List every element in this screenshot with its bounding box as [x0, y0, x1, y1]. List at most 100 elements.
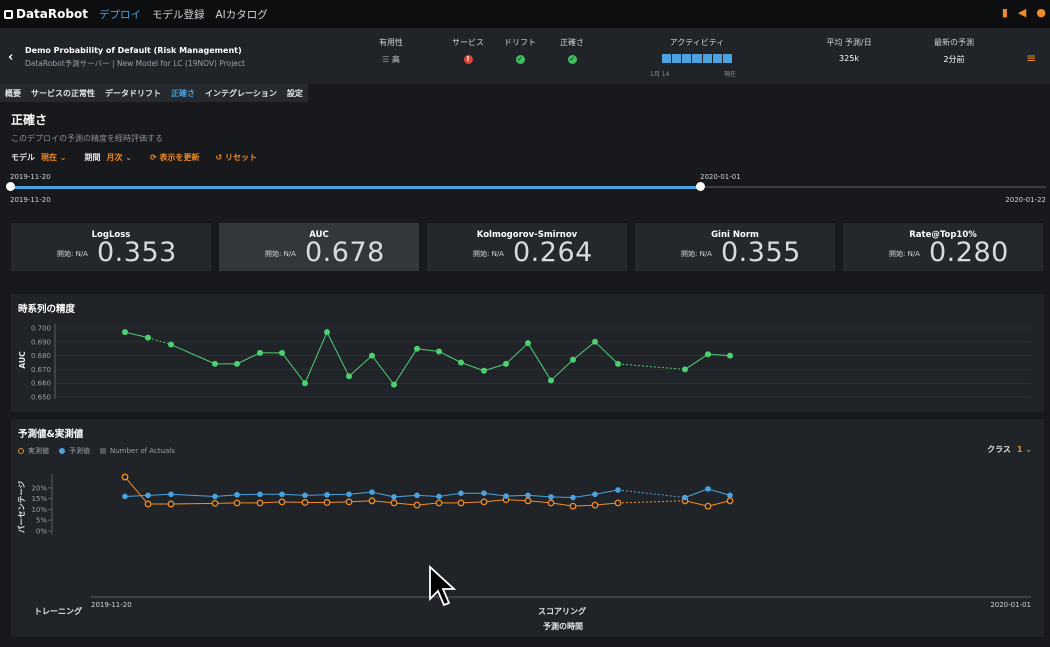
auc-point[interactable] — [727, 352, 733, 359]
auc-point[interactable] — [592, 338, 598, 345]
actual-point[interactable] — [256, 499, 264, 507]
actual-point[interactable] — [368, 497, 376, 505]
nav-item-1[interactable]: モデル登録 — [152, 9, 205, 21]
predicted-point[interactable] — [391, 494, 397, 500]
metric-tile[interactable]: Rate@Top10% 開始: N/A 0.280 — [843, 223, 1043, 271]
auc-point[interactable] — [436, 348, 442, 355]
auc-point[interactable] — [122, 329, 128, 336]
tab-1[interactable]: サービスの正常性 — [26, 84, 100, 102]
actual-point[interactable] — [614, 499, 622, 507]
actual-point[interactable] — [167, 500, 175, 508]
actual-point[interactable] — [301, 499, 309, 506]
predicted-point[interactable] — [212, 493, 218, 500]
actual-point[interactable] — [457, 499, 465, 507]
service-stat[interactable]: サービス ! — [451, 37, 485, 64]
predicted-point[interactable] — [727, 492, 733, 499]
user-icon[interactable]: ● — [1036, 6, 1046, 19]
predicted-point[interactable] — [145, 492, 151, 499]
actual-point[interactable] — [413, 501, 421, 509]
auc-point[interactable] — [324, 329, 330, 336]
tab-5[interactable]: 設定 — [281, 84, 308, 102]
slider-handle-start[interactable] — [6, 182, 15, 191]
predicted-point[interactable] — [257, 491, 263, 498]
auc-point[interactable] — [346, 373, 352, 380]
predicted-point[interactable] — [592, 491, 598, 498]
auc-point[interactable] — [279, 349, 285, 356]
auc-line-chart[interactable]: 0.700 0.690 0.680 0.670 0.660 0.650 AUC — [11, 294, 1044, 412]
predicted-point[interactable] — [279, 491, 285, 498]
metric-tile[interactable]: LogLoss 開始: N/A 0.353 — [11, 223, 211, 271]
reset-button[interactable]: ↺ リセット — [216, 152, 258, 163]
auc-point[interactable] — [234, 360, 240, 367]
actual-point[interactable] — [390, 499, 398, 507]
auc-point[interactable] — [212, 360, 218, 367]
auc-point[interactable] — [168, 341, 174, 348]
metric-tile[interactable]: Kolmogorov-Smirnov 開始: N/A 0.264 — [427, 223, 627, 271]
auc-point[interactable] — [145, 334, 151, 341]
datarobot-logo[interactable]: DataRobot — [4, 7, 88, 21]
auc-point[interactable] — [257, 349, 263, 356]
time-range-slider[interactable]: 2019-11-20 2020-01-01 2019-11-20 2020-01… — [6, 170, 1046, 210]
tab-2[interactable]: データドリフト — [100, 84, 166, 102]
tab-4[interactable]: インテグレーション — [200, 84, 282, 102]
predicted-point[interactable] — [168, 491, 174, 498]
actual-point[interactable] — [323, 499, 331, 506]
predicted-point[interactable] — [414, 492, 420, 499]
auc-point[interactable] — [302, 380, 308, 387]
predicted-point[interactable] — [503, 493, 509, 499]
actual-point[interactable] — [121, 473, 129, 481]
predicted-point[interactable] — [570, 494, 576, 501]
actual-point[interactable] — [704, 502, 712, 510]
drift-stat[interactable]: ドリフト ✓ — [503, 37, 537, 64]
actual-point[interactable] — [591, 501, 599, 509]
actual-point[interactable] — [144, 500, 152, 508]
auc-point[interactable] — [548, 377, 554, 384]
actual-point[interactable] — [233, 499, 241, 507]
auc-point[interactable] — [481, 367, 487, 374]
model-select[interactable]: 現在 ⌄ — [41, 152, 67, 163]
auc-point[interactable] — [570, 356, 576, 363]
auc-point[interactable] — [682, 366, 688, 373]
predicted-point[interactable] — [682, 494, 688, 501]
predicted-point[interactable] — [234, 491, 240, 498]
predicted-point[interactable] — [548, 494, 554, 500]
auc-point[interactable] — [615, 360, 621, 367]
predicted-point[interactable] — [705, 486, 711, 492]
slider-handle-end[interactable] — [696, 182, 705, 191]
predicted-point[interactable] — [458, 490, 464, 496]
refresh-button[interactable]: ⟳ 表示を更新 — [150, 152, 200, 163]
predicted-point[interactable] — [525, 492, 531, 499]
auc-point[interactable] — [525, 340, 531, 347]
auc-point[interactable] — [503, 360, 509, 367]
auc-point[interactable] — [369, 352, 375, 359]
book-icon[interactable]: ▮ — [1002, 6, 1008, 19]
nav-item-0[interactable]: デプロイ — [99, 9, 141, 21]
hamburger-menu-icon[interactable]: ≡ — [1026, 51, 1036, 65]
predicted-point[interactable] — [615, 487, 621, 493]
predicted-point[interactable] — [369, 489, 375, 495]
metric-tile[interactable]: AUC 開始: N/A 0.678 — [219, 223, 419, 271]
actual-point[interactable] — [345, 498, 353, 506]
actual-point[interactable] — [480, 498, 488, 506]
predicted-point[interactable] — [436, 493, 442, 500]
metric-tile[interactable]: Gini Norm 開始: N/A 0.355 — [635, 223, 835, 271]
actual-point[interactable] — [547, 499, 555, 507]
megaphone-icon[interactable]: ◀ — [1018, 6, 1026, 19]
actual-point[interactable] — [524, 497, 532, 505]
auc-point[interactable] — [391, 381, 397, 388]
predicted-point[interactable] — [302, 492, 308, 499]
nav-item-2[interactable]: AIカタログ — [215, 9, 267, 21]
actual-point[interactable] — [726, 497, 734, 505]
predicted-point[interactable] — [324, 491, 330, 498]
auc-point[interactable] — [458, 359, 464, 366]
tab-3[interactable]: 正確さ — [166, 84, 200, 102]
auc-point[interactable] — [414, 345, 420, 352]
accuracy-stat[interactable]: 正確さ ✓ — [558, 37, 586, 64]
actual-point[interactable] — [569, 502, 577, 510]
auc-point[interactable] — [705, 351, 711, 358]
chevron-left-icon[interactable]: ‹ — [8, 50, 13, 65]
predicted-actual-chart[interactable]: 20% 15% 10% 5% 0% パーセンテージ 2019-11-20 2020-01-01 — [11, 419, 1044, 637]
actual-point[interactable] — [435, 499, 443, 507]
period-select[interactable]: 月次 ⌄ — [107, 152, 133, 163]
actual-point[interactable] — [278, 498, 286, 506]
